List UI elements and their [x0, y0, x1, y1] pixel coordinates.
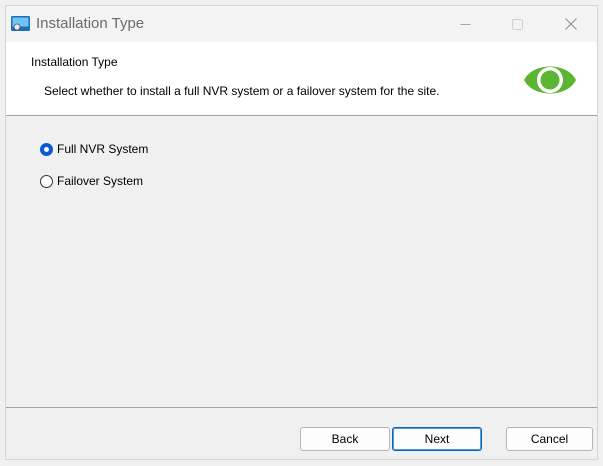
- radio-failover[interactable]: [40, 174, 53, 188]
- title-bar[interactable]: Installation Type: [6, 6, 597, 42]
- header-banner: Installation Type Select whether to inst…: [6, 42, 597, 116]
- option-label: Failover System: [57, 174, 144, 188]
- installer-icon: [11, 16, 30, 31]
- header-title: Installation Type: [31, 55, 118, 69]
- option-label: Full NVR System: [57, 142, 149, 156]
- footer-divider: [6, 407, 597, 408]
- close-icon: [565, 18, 577, 30]
- window-title: Installation Type: [36, 15, 145, 32]
- options-panel: Full NVR System Failover System: [6, 116, 597, 406]
- next-button[interactable]: Next: [392, 427, 482, 451]
- option-failover-system[interactable]: Failover System: [40, 174, 143, 188]
- maximize-button[interactable]: [495, 6, 539, 42]
- radio-full-nvr-selected[interactable]: [40, 142, 53, 156]
- minimize-icon: [460, 23, 470, 25]
- back-button[interactable]: Back: [300, 427, 390, 451]
- header-description: Select whether to install a full NVR sys…: [44, 84, 440, 98]
- installer-window: Installation Type Installation Type Sele…: [5, 5, 598, 460]
- eye-logo-icon: [524, 66, 576, 94]
- maximize-icon: [511, 18, 523, 30]
- minimize-button[interactable]: [443, 6, 487, 42]
- option-full-nvr-system[interactable]: Full NVR System: [40, 142, 148, 156]
- close-button[interactable]: [549, 6, 593, 42]
- cancel-button[interactable]: Cancel: [506, 427, 593, 451]
